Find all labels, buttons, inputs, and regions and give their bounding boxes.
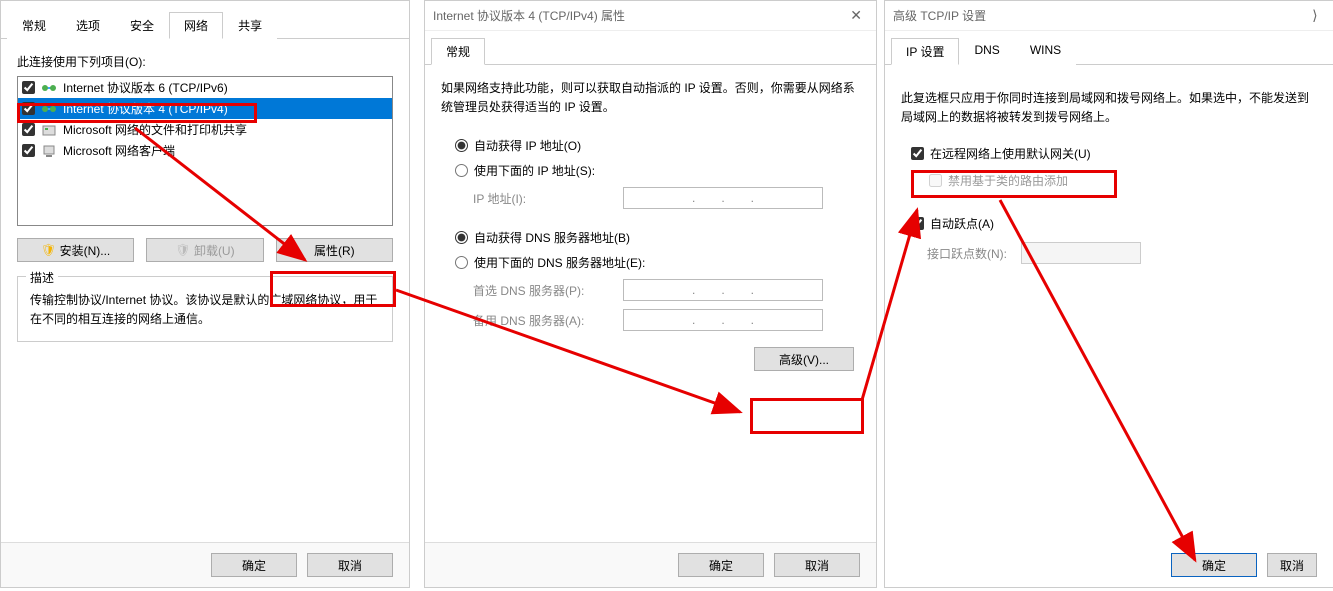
list-item[interactable]: Microsoft 网络的文件和打印机共享 bbox=[18, 119, 392, 140]
item-checkbox[interactable] bbox=[22, 102, 35, 115]
cancel-button[interactable]: 取消 bbox=[774, 553, 860, 577]
default-gateway-checkbox[interactable] bbox=[911, 147, 924, 160]
default-gateway-label: 在远程网络上使用默认网关(U) bbox=[930, 145, 1091, 162]
tab-network[interactable]: 网络 bbox=[169, 12, 223, 39]
dns-manual-label: 使用下面的 DNS 服务器地址(E): bbox=[474, 254, 645, 271]
interface-metric-field bbox=[1021, 242, 1141, 264]
dialog-title: Internet 协议版本 4 (TCP/IPv4) 属性 bbox=[433, 7, 625, 24]
ip-auto-radio[interactable] bbox=[455, 139, 468, 152]
protocol-icon bbox=[41, 80, 57, 96]
titlebar: 高级 TCP/IP 设置 ⟩ bbox=[885, 1, 1333, 31]
shield-icon: 🛡 bbox=[41, 243, 56, 257]
client-icon bbox=[41, 143, 57, 159]
tab-dns[interactable]: DNS bbox=[959, 38, 1014, 65]
dialog-title: 高级 TCP/IP 设置 bbox=[893, 7, 986, 24]
advanced-tcpip-dialog: 高级 TCP/IP 设置 ⟩ IP 设置 DNS WINS 此复选框只应用于你同… bbox=[884, 0, 1333, 588]
class-route-label: 禁用基于类的路由添加 bbox=[948, 172, 1068, 189]
interface-metric-label: 接口跃点数(N): bbox=[927, 245, 1007, 262]
class-route-checkbox bbox=[929, 174, 942, 187]
tab-security[interactable]: 安全 bbox=[115, 12, 169, 39]
close-icon[interactable]: ✕ bbox=[844, 7, 868, 24]
titlebar: Internet 协议版本 4 (TCP/IPv4) 属性 ✕ bbox=[425, 1, 876, 31]
ip-manual-label: 使用下面的 IP 地址(S): bbox=[474, 162, 595, 179]
shield-icon: 🛡 bbox=[175, 243, 190, 257]
dialog-footer: 确定 取消 bbox=[1, 542, 409, 587]
tab-general[interactable]: 常规 bbox=[431, 38, 485, 65]
intro-text: 如果网络支持此功能，则可以获取自动指派的 IP 设置。否则，你需要从网络系统管理… bbox=[441, 79, 860, 117]
close-icon[interactable]: ⟩ bbox=[1305, 8, 1325, 24]
ip-auto-label: 自动获得 IP 地址(O) bbox=[474, 137, 581, 154]
description-group: 描述 传输控制协议/Internet 协议。该协议是默认的广域网络协议，用于在不… bbox=[17, 276, 393, 342]
properties-button[interactable]: 属性(R) bbox=[276, 238, 393, 262]
install-button-label: 安装(N)... bbox=[60, 242, 111, 259]
advanced-button[interactable]: 高级(V)... bbox=[754, 347, 854, 371]
dns-auto-radio[interactable] bbox=[455, 231, 468, 244]
ok-button[interactable]: 确定 bbox=[678, 553, 764, 577]
tabs: 常规 选项 安全 网络 共享 bbox=[1, 1, 409, 39]
ok-button[interactable]: 确定 bbox=[211, 553, 297, 577]
dns-manual-radio[interactable] bbox=[455, 256, 468, 269]
dialog-footer: 确定 取消 bbox=[425, 542, 876, 587]
description-text: 传输控制协议/Internet 协议。该协议是默认的广域网络协议，用于在不同的相… bbox=[30, 291, 380, 329]
tab-wins[interactable]: WINS bbox=[1015, 38, 1076, 65]
tabs: 常规 bbox=[425, 31, 876, 65]
item-label: Internet 协议版本 6 (TCP/IPv6) bbox=[63, 79, 228, 96]
tab-options[interactable]: 选项 bbox=[61, 12, 115, 39]
list-item[interactable]: Internet 协议版本 4 (TCP/IPv4) bbox=[18, 98, 392, 119]
item-checkbox[interactable] bbox=[22, 123, 35, 136]
description-text: 此复选框只应用于你同时连接到局域网和拨号网络上。如果选中，不能发送到局域网上的数… bbox=[901, 89, 1317, 127]
ipv4-properties-dialog: Internet 协议版本 4 (TCP/IPv4) 属性 ✕ 常规 如果网络支… bbox=[424, 0, 877, 588]
tab-sharing[interactable]: 共享 bbox=[223, 12, 277, 39]
auto-metric-checkbox[interactable] bbox=[911, 217, 924, 230]
connection-uses-label: 此连接使用下列项目(O): bbox=[17, 53, 393, 70]
ip-manual-radio[interactable] bbox=[455, 164, 468, 177]
ip-address-label: IP 地址(I): bbox=[473, 190, 623, 207]
item-label: Microsoft 网络的文件和打印机共享 bbox=[63, 121, 247, 138]
tab-ip-settings[interactable]: IP 设置 bbox=[891, 38, 959, 65]
item-checkbox[interactable] bbox=[22, 81, 35, 94]
uninstall-button-label: 卸载(U) bbox=[194, 242, 235, 259]
item-label: Microsoft 网络客户端 bbox=[63, 142, 175, 159]
auto-metric-label: 自动跃点(A) bbox=[930, 215, 994, 232]
ip-address-field: ... bbox=[623, 187, 823, 209]
item-checkbox[interactable] bbox=[22, 144, 35, 157]
list-item[interactable]: Microsoft 网络客户端 bbox=[18, 140, 392, 161]
item-label: Internet 协议版本 4 (TCP/IPv4) bbox=[63, 100, 228, 117]
dns-pref-label: 首选 DNS 服务器(P): bbox=[473, 282, 623, 299]
dns-alt-field: ... bbox=[623, 309, 823, 331]
dns-auto-label: 自动获得 DNS 服务器地址(B) bbox=[474, 229, 630, 246]
dns-pref-field: ... bbox=[623, 279, 823, 301]
cancel-button[interactable]: 取消 bbox=[1267, 553, 1317, 577]
tab-general[interactable]: 常规 bbox=[7, 12, 61, 39]
cancel-button[interactable]: 取消 bbox=[307, 553, 393, 577]
tabs: IP 设置 DNS WINS bbox=[885, 31, 1333, 65]
protocol-icon bbox=[41, 101, 57, 117]
description-legend: 描述 bbox=[26, 269, 58, 286]
ok-button[interactable]: 确定 bbox=[1171, 553, 1257, 577]
dialog-footer: 确定 取消 bbox=[885, 543, 1333, 587]
network-properties-dialog: 常规 选项 安全 网络 共享 此连接使用下列项目(O): Internet 协议… bbox=[0, 0, 410, 588]
service-icon bbox=[41, 122, 57, 138]
dns-alt-label: 备用 DNS 服务器(A): bbox=[473, 312, 623, 329]
install-button[interactable]: 🛡 安装(N)... bbox=[17, 238, 134, 262]
components-list[interactable]: Internet 协议版本 6 (TCP/IPv6) Internet 协议版本… bbox=[17, 76, 393, 226]
uninstall-button: 🛡 卸载(U) bbox=[146, 238, 263, 262]
list-item[interactable]: Internet 协议版本 6 (TCP/IPv6) bbox=[18, 77, 392, 98]
